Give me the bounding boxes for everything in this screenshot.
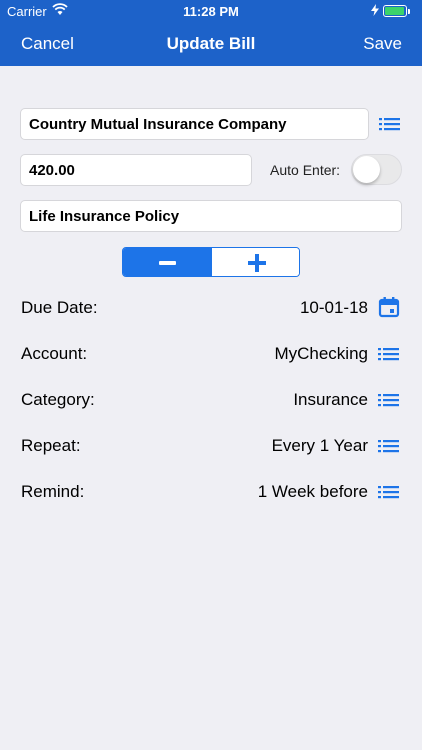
repeat-value: Every 1 Year <box>271 436 368 455</box>
remind-list-icon[interactable] <box>378 484 400 505</box>
remind-label: Remind: <box>21 482 85 501</box>
category-list-icon[interactable] <box>378 392 400 413</box>
due-date-value: 10-01-18 <box>299 298 368 317</box>
sign-segmented-control <box>122 247 300 277</box>
nav-bar: Carrier 11:28 PM Cancel Update Bill Save <box>0 0 422 66</box>
account-row[interactable]: Account: MyChecking <box>0 339 422 369</box>
auto-enter-label: Auto Enter: <box>270 162 341 178</box>
charging-icon <box>371 4 379 19</box>
remind-row[interactable]: Remind: 1 Week before <box>0 477 422 507</box>
account-list-icon[interactable] <box>378 346 400 367</box>
save-button[interactable]: Save <box>363 34 402 54</box>
clock: 11:28 PM <box>183 4 239 19</box>
minus-icon <box>159 261 176 265</box>
account-value: MyChecking <box>274 344 368 363</box>
calendar-icon[interactable] <box>378 296 400 323</box>
plus-segment[interactable] <box>211 248 299 276</box>
memo-field[interactable]: Life Insurance Policy <box>20 200 402 232</box>
repeat-row[interactable]: Repeat: Every 1 Year <box>0 431 422 461</box>
page-title: Update Bill <box>166 34 256 53</box>
payee-field[interactable]: Country Mutual Insurance Company <box>20 108 369 140</box>
category-row[interactable]: Category: Insurance <box>0 385 422 415</box>
amount-field[interactable]: 420.00 <box>20 154 252 186</box>
remind-value: 1 Week before <box>257 482 368 501</box>
status-bar: Carrier 11:28 PM <box>0 0 422 22</box>
due-date-label: Due Date: <box>21 298 98 317</box>
payee-list-icon[interactable] <box>379 116 401 132</box>
repeat-list-icon[interactable] <box>378 438 400 459</box>
minus-segment[interactable] <box>123 248 211 276</box>
category-label: Category: <box>21 390 95 409</box>
repeat-label: Repeat: <box>21 436 81 455</box>
account-label: Account: <box>21 344 88 363</box>
due-date-row[interactable]: Due Date: 10-01-18 <box>0 293 422 323</box>
battery-icon <box>383 5 410 17</box>
plus-icon <box>248 254 266 272</box>
auto-enter-toggle[interactable] <box>351 154 402 185</box>
category-value: Insurance <box>293 390 368 409</box>
